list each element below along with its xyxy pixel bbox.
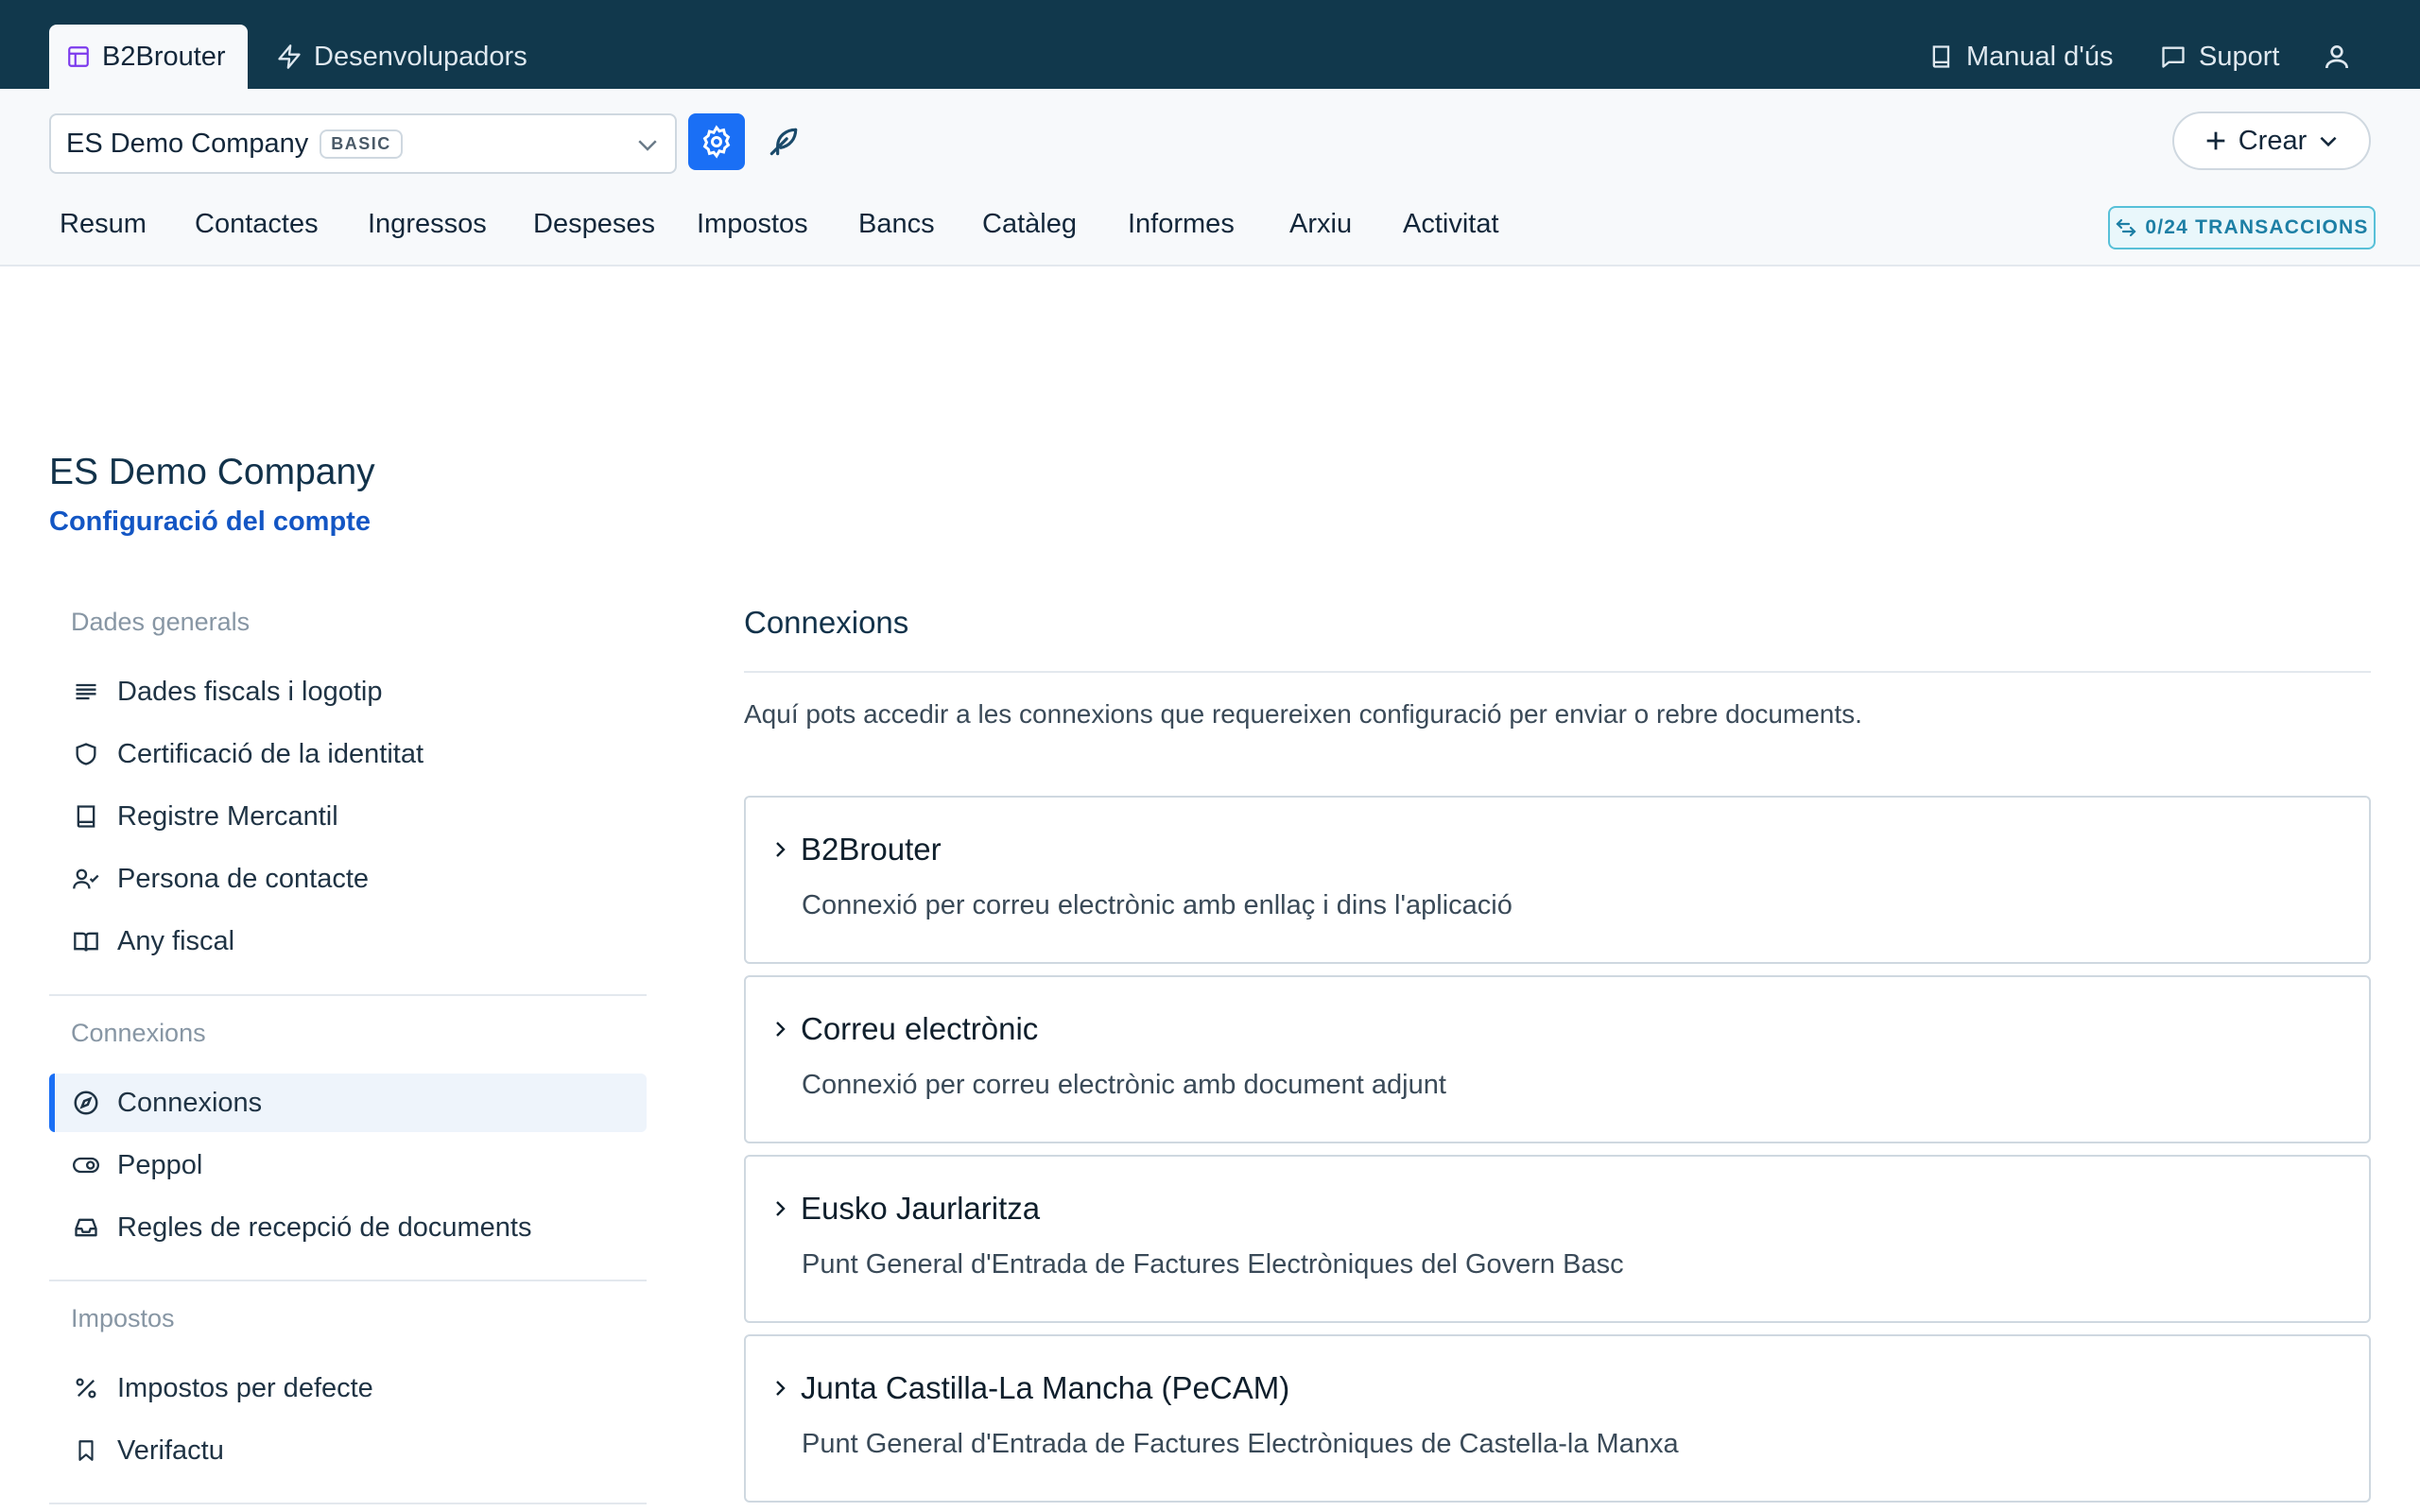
shield-icon bbox=[70, 738, 102, 770]
connection-card-eusko-jaurlaritza[interactable]: Eusko Jaurlaritza Punt General d'Entrada… bbox=[744, 1155, 2371, 1323]
sub-header: ES Demo Company BASIC Crear Resum Contac… bbox=[0, 89, 2420, 266]
create-label: Crear bbox=[2238, 125, 2308, 156]
connection-subtitle: Punt General d'Entrada de Factures Elect… bbox=[802, 1429, 1679, 1459]
chat-icon bbox=[2159, 43, 2187, 70]
nav-resum[interactable]: Resum bbox=[60, 193, 147, 255]
nav-despeses[interactable]: Despeses bbox=[533, 193, 655, 255]
create-button[interactable]: Crear bbox=[2172, 112, 2371, 170]
company-selector[interactable]: ES Demo Company BASIC bbox=[49, 113, 677, 174]
sidebar-item-label: Impostos per defecte bbox=[117, 1372, 373, 1403]
feather-button[interactable] bbox=[760, 113, 807, 170]
transactions-badge[interactable]: 0/24 TRANSACCIONS bbox=[2108, 206, 2376, 249]
sidebar-item-registry[interactable]: Registre Mercantil bbox=[49, 787, 647, 846]
tab-b2brouter-label: B2Brouter bbox=[102, 41, 226, 72]
sidebar-item-label: Persona de contacte bbox=[117, 863, 370, 894]
percent-icon bbox=[70, 1372, 102, 1404]
transactions-label: 0/24 TRANSACCIONS bbox=[2145, 216, 2369, 238]
chevron-down-icon bbox=[2316, 129, 2341, 153]
sidebar-divider bbox=[49, 1503, 647, 1504]
gear-icon bbox=[700, 125, 734, 159]
connection-card-pecam[interactable]: Junta Castilla-La Mancha (PeCAM) Punt Ge… bbox=[744, 1334, 2371, 1503]
section-description: Aquí pots accedir a les connexions que r… bbox=[744, 699, 1862, 729]
manual-link[interactable]: Manual d'ús bbox=[1928, 25, 2113, 89]
layout-icon bbox=[66, 44, 91, 69]
book-icon bbox=[70, 800, 102, 833]
page-subtitle[interactable]: Configuració del compte bbox=[49, 507, 371, 538]
sidebar-item-default-taxes[interactable]: Impostos per defecte bbox=[49, 1359, 647, 1418]
support-label: Suport bbox=[2199, 41, 2280, 72]
inbox-icon bbox=[70, 1211, 102, 1244]
sidebar-item-label: Peppol bbox=[117, 1149, 203, 1180]
sidebar-divider bbox=[49, 1280, 647, 1281]
tab-developers-label: Desenvolupadors bbox=[314, 41, 527, 72]
sidebar-item-label: Any fiscal bbox=[117, 925, 235, 956]
plus-icon bbox=[2203, 128, 2229, 154]
sidebar-divider bbox=[49, 994, 647, 996]
nav-informes[interactable]: Informes bbox=[1128, 193, 1235, 255]
chevron-right-icon bbox=[769, 836, 791, 863]
user-menu-button[interactable] bbox=[2322, 25, 2352, 89]
connection-title: Correu electrònic bbox=[801, 1011, 1039, 1046]
top-bar: B2Brouter Desenvolupadors Manual d'ús Su… bbox=[0, 0, 2420, 89]
tab-b2brouter[interactable]: B2Brouter bbox=[49, 25, 248, 89]
sidebar-item-peppol[interactable]: Peppol bbox=[49, 1136, 647, 1194]
plan-badge: BASIC bbox=[320, 129, 403, 159]
sidebar-item-connections[interactable]: Connexions bbox=[49, 1074, 647, 1132]
sidebar-item-label: Registre Mercantil bbox=[117, 800, 338, 832]
connection-card-email[interactable]: Correu electrònic Connexió per correu el… bbox=[744, 975, 2371, 1143]
chevron-down-icon bbox=[633, 130, 662, 159]
section-divider bbox=[744, 671, 2371, 673]
sidebar-item-fiscal-data[interactable]: Dades fiscals i logotip bbox=[49, 662, 647, 721]
chevron-right-icon bbox=[769, 1016, 791, 1042]
sidebar-item-label: Certificació de la identitat bbox=[117, 738, 424, 769]
nav-contactes[interactable]: Contactes bbox=[195, 193, 319, 255]
sidebar-item-fiscal-year[interactable]: Any fiscal bbox=[49, 912, 647, 971]
bookmark-icon bbox=[70, 1435, 102, 1467]
text-lines-icon bbox=[70, 676, 102, 708]
compass-icon bbox=[70, 1087, 102, 1119]
manual-label: Manual d'ús bbox=[1966, 41, 2114, 72]
nav-impostos[interactable]: Impostos bbox=[697, 193, 808, 255]
sidebar-group-general: Dades generals bbox=[71, 608, 251, 636]
feather-icon bbox=[766, 124, 802, 160]
chevron-right-icon bbox=[769, 1375, 791, 1401]
book-icon bbox=[1928, 43, 1955, 70]
connection-title: B2Brouter bbox=[801, 832, 942, 867]
support-link[interactable]: Suport bbox=[2159, 25, 2279, 89]
sidebar-group-connections: Connexions bbox=[71, 1019, 206, 1047]
sidebar-item-label: Connexions bbox=[117, 1087, 263, 1118]
connection-card-b2brouter[interactable]: B2Brouter Connexió per correu electrònic… bbox=[744, 796, 2371, 964]
sidebar-item-label: Regles de recepció de documents bbox=[117, 1211, 532, 1243]
sidebar-item-verifactu[interactable]: Verifactu bbox=[49, 1421, 647, 1480]
connection-subtitle: Punt General d'Entrada de Factures Elect… bbox=[802, 1249, 1624, 1280]
sidebar-item-label: Dades fiscals i logotip bbox=[117, 676, 383, 707]
sidebar-item-contact-person[interactable]: Persona de contacte bbox=[49, 850, 647, 908]
toggle-icon bbox=[70, 1149, 102, 1181]
main-nav: Resum Contactes Ingressos Despeses Impos… bbox=[0, 193, 2420, 255]
lightning-icon bbox=[276, 43, 302, 70]
settings-button[interactable] bbox=[688, 113, 745, 170]
user-check-icon bbox=[70, 863, 102, 895]
chevron-right-icon bbox=[769, 1195, 791, 1222]
sidebar-group-taxes: Impostos bbox=[71, 1304, 175, 1332]
section-title: Connexions bbox=[744, 605, 909, 640]
connection-title: Junta Castilla-La Mancha (PeCAM) bbox=[801, 1370, 1290, 1405]
nav-ingressos[interactable]: Ingressos bbox=[368, 193, 487, 255]
book-open-icon bbox=[70, 925, 102, 957]
nav-bancs[interactable]: Bancs bbox=[858, 193, 935, 255]
company-name: ES Demo Company bbox=[66, 128, 309, 159]
nav-arxiu[interactable]: Arxiu bbox=[1289, 193, 1352, 255]
connection-subtitle: Connexió per correu electrònic amb docum… bbox=[802, 1070, 1446, 1100]
page-title: ES Demo Company bbox=[49, 452, 375, 492]
sidebar-item-identity[interactable]: Certificació de la identitat bbox=[49, 725, 647, 783]
sidebar-item-receipt-rules[interactable]: Regles de recepció de documents bbox=[49, 1198, 647, 1257]
connection-subtitle: Connexió per correu electrònic amb enlla… bbox=[802, 890, 1512, 920]
sidebar-item-label: Verifactu bbox=[117, 1435, 224, 1466]
connection-title: Eusko Jaurlaritza bbox=[801, 1191, 1041, 1226]
tab-developers[interactable]: Desenvolupadors bbox=[276, 25, 527, 89]
nav-cataleg[interactable]: Catàleg bbox=[982, 193, 1077, 255]
nav-activitat[interactable]: Activitat bbox=[1403, 193, 1499, 255]
arrows-exchange-icon bbox=[2115, 216, 2137, 239]
user-icon bbox=[2322, 42, 2352, 72]
